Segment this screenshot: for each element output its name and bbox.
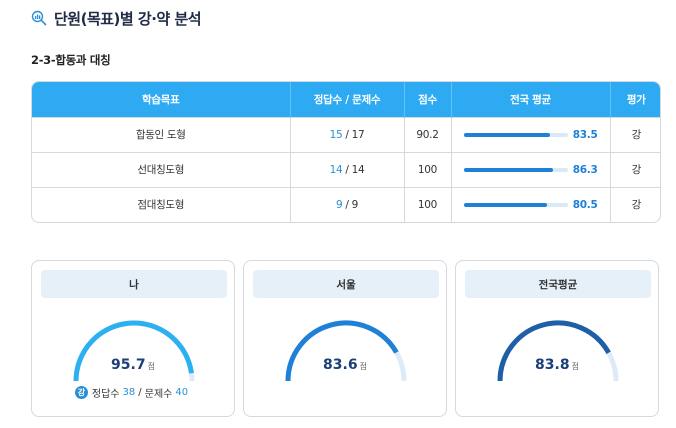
national-avg-cell: 86.3 xyxy=(451,151,611,187)
score-gauge xyxy=(497,320,619,382)
card-score: 83.6 점 xyxy=(323,357,367,373)
table-row: 합동인 도형 15 / 17 90.2 83.5 강 xyxy=(32,116,660,152)
card-label: 전국평균 xyxy=(465,270,651,298)
total-count: 14 xyxy=(351,163,365,176)
score-gauge xyxy=(285,320,407,382)
page-title: 단원(목표)별 강·약 분석 xyxy=(54,9,202,28)
national-avg-bar xyxy=(463,202,568,207)
column-header-correct-total: 정답수 / 문제수 xyxy=(290,82,405,117)
column-header-score: 점수 xyxy=(404,82,452,117)
correct-total-cell: 14 / 14 xyxy=(290,151,405,187)
national-avg-bar xyxy=(463,167,568,172)
total-count: 9 xyxy=(351,198,359,211)
grade-cell: 강 xyxy=(610,116,660,152)
score-cell: 100 xyxy=(404,186,452,222)
national-avg-value: 80.5 xyxy=(572,198,598,211)
national-avg-value: 83.5 xyxy=(572,128,598,141)
column-header-goal: 학습목표 xyxy=(32,82,291,117)
correct-total-cell: 9 / 9 xyxy=(290,186,405,222)
grade-cell: 강 xyxy=(610,151,660,187)
card-label: 나 xyxy=(41,270,227,298)
table-row: 선대칭도형 14 / 14 100 86.3 강 xyxy=(32,151,660,187)
section-title: 2-3-합동과 대칭 xyxy=(31,53,111,67)
correct-count: 38 xyxy=(122,387,136,398)
page-header: 단원(목표)별 강·약 분석 xyxy=(31,6,202,30)
score-card-me: 나 95.7 점 강 정답수 38 / 문제수 40 xyxy=(31,260,235,417)
total-count: 40 xyxy=(175,387,189,398)
grade-badge: 강 xyxy=(74,386,88,399)
score-card-national: 전국평균 83.8 점 xyxy=(455,260,659,417)
goal-cell: 점대칭도형 xyxy=(32,186,291,222)
national-avg-bar xyxy=(463,132,568,137)
table-row: 점대칭도형 9 / 9 100 80.5 강 xyxy=(32,186,660,222)
total-count: 17 xyxy=(351,128,365,141)
score-card-seoul: 서울 83.6 점 xyxy=(243,260,447,417)
card-score: 83.8 점 xyxy=(535,357,579,373)
analysis-table: 학습목표 정답수 / 문제수 점수 전국 평균 평가 합동인 도형 15 / 1… xyxy=(31,81,661,223)
card-detail: 강 정답수 38 / 문제수 40 xyxy=(32,385,234,400)
national-avg-cell: 80.5 xyxy=(451,186,611,222)
goal-cell: 합동인 도형 xyxy=(32,116,291,152)
column-header-national-avg: 전국 평균 xyxy=(451,82,611,117)
search-chart-icon xyxy=(31,10,47,26)
national-avg-value: 86.3 xyxy=(572,163,598,176)
correct-count: 14 xyxy=(329,163,343,176)
national-avg-cell: 83.5 xyxy=(451,116,611,152)
card-score: 95.7 점 xyxy=(111,357,155,373)
score-gauge xyxy=(73,320,195,382)
card-label: 서울 xyxy=(253,270,439,298)
table-header-row: 학습목표 정답수 / 문제수 점수 전국 평균 평가 xyxy=(32,82,660,117)
correct-total-cell: 15 / 17 xyxy=(290,116,405,152)
score-cell: 90.2 xyxy=(404,116,452,152)
correct-count: 15 xyxy=(329,128,343,141)
goal-cell: 선대칭도형 xyxy=(32,151,291,187)
column-header-grade: 평가 xyxy=(610,82,660,117)
score-cell: 100 xyxy=(404,151,452,187)
grade-cell: 강 xyxy=(610,186,660,222)
